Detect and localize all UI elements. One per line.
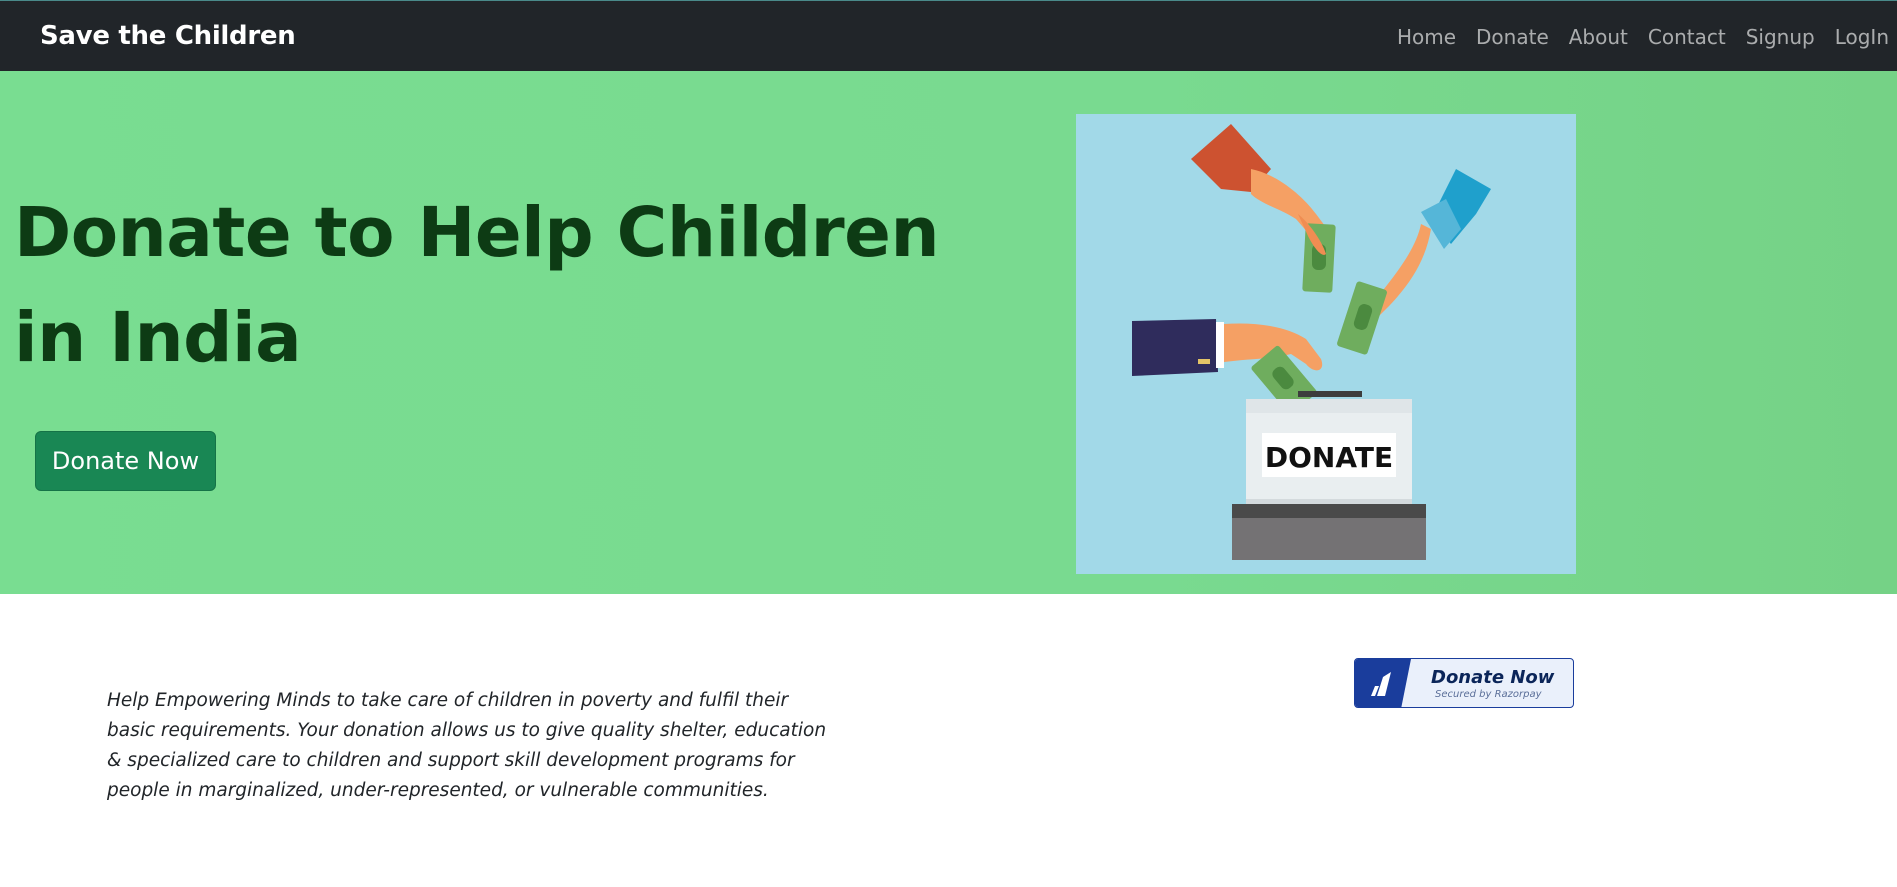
donate-now-button[interactable]: Donate Now <box>35 431 216 491</box>
nav-links: Home Donate About Contact Signup LogIn <box>1377 25 1889 49</box>
brand-logo[interactable]: Save the Children <box>40 21 296 51</box>
nav-link-login[interactable]: LogIn <box>1835 25 1889 49</box>
description-text: Help Empowering Minds to take care of ch… <box>107 690 827 801</box>
razorpay-donate-button[interactable]: Donate Now Secured by Razorpay <box>1354 658 1574 708</box>
nav-link-contact[interactable]: Contact <box>1648 25 1726 49</box>
nav-link-home[interactable]: Home <box>1397 25 1456 49</box>
hero-title: Donate to Help Children in India <box>14 193 940 378</box>
navbar: Save the Children Home Donate About Cont… <box>0 0 1897 71</box>
nav-link-signup[interactable]: Signup <box>1746 25 1815 49</box>
svg-text:DONATE: DONATE <box>1265 441 1393 474</box>
razorpay-button-label: Donate Now <box>1431 667 1555 688</box>
donation-box-illustration: DONATE <box>1076 114 1576 574</box>
donation-box-icon: DONATE <box>1232 391 1426 560</box>
razorpay-logo-icon <box>1355 659 1411 707</box>
nav-link-about[interactable]: About <box>1569 25 1628 49</box>
razorpay-button-sublabel: Secured by Razorpay <box>1435 689 1542 700</box>
hero-section: Donate to Help Children in India Donate … <box>0 71 1897 594</box>
nav-link-donate[interactable]: Donate <box>1476 25 1549 49</box>
